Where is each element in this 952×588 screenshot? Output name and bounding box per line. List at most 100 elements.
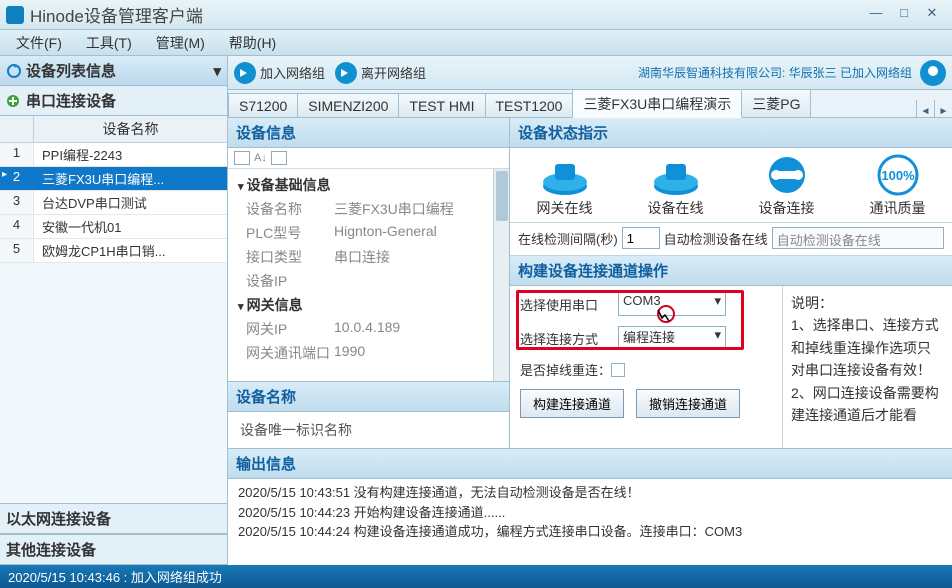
sidebar-header-label: 设备列表信息	[26, 60, 116, 81]
tab-pg[interactable]: 三菱PG	[741, 89, 811, 117]
build-title: 构建设备连接通道操作	[510, 256, 952, 286]
col-device-name: 设备名称	[34, 116, 227, 142]
log-line: 2020/5/15 10:43:51 没有构建连接通道，无法自动检测设备是否在线…	[238, 483, 942, 503]
tab-testhmi[interactable]: TEST HMI	[398, 93, 485, 117]
app-icon	[6, 6, 24, 24]
com-label: 选择使用串口	[520, 295, 618, 314]
device-tabs: S71200 SIMENZI200 TEST HMI TEST1200 三菱FX…	[228, 90, 952, 118]
tab-test1200[interactable]: TEST1200	[485, 93, 574, 117]
app-title: Hinode设备管理客户端	[30, 2, 862, 27]
com-port-select[interactable]: COM3▾	[618, 292, 726, 316]
leave-label: 离开网络组	[361, 63, 426, 82]
statusbar: 2020/5/15 10:43:46 : 加入网络组成功	[0, 565, 952, 588]
group-other-label: 其他连接设备	[6, 539, 96, 560]
info-row: 接口类型串口连接	[228, 245, 509, 269]
menubar: 文件(F) 工具(T) 管理(M) 帮助(H)	[0, 30, 952, 56]
sidebar-group-serial[interactable]: 串口连接设备	[0, 86, 227, 116]
output-panel: 输出信息 2020/5/15 10:43:51 没有构建连接通道，无法自动检测设…	[228, 448, 952, 551]
sidebar-header[interactable]: 设备列表信息 ▾	[0, 56, 227, 86]
log-line: 2020/5/15 10:44:24 构建设备连接通道成功，编程方式连接串口设备…	[238, 522, 942, 542]
device-row[interactable]: 3 台达DVP串口测试	[0, 191, 227, 215]
detect-interval-label: 在线检测间隔(秒)	[518, 229, 618, 248]
device-row[interactable]: 5 欧姆龙CP1H串口销...	[0, 239, 227, 263]
menu-tools[interactable]: 工具(T)	[74, 30, 144, 56]
chevron-down-icon: ▾	[213, 62, 221, 80]
group-eth-label: 以太网连接设备	[6, 508, 111, 529]
info-row: 设备名称三菱FX3U串口编程	[228, 197, 509, 221]
status-gateway-online: 网关在线	[518, 154, 611, 218]
menu-file[interactable]: 文件(F)	[4, 30, 74, 56]
status-device-online: 设备在线	[629, 154, 722, 218]
sort-icon[interactable]: A↓	[254, 152, 267, 164]
device-row[interactable]: 4 安徽一代机01	[0, 215, 227, 239]
device-list: 设备名称 1 PPI编程-2243 2 三菱FX3U串口编程... 3 台达DV…	[0, 116, 227, 263]
mode-label: 选择连接方式	[520, 329, 618, 348]
play-icon	[335, 62, 357, 84]
status-quality: 100% 通讯质量	[851, 154, 944, 218]
tab-scroll: ◄ ►	[916, 100, 952, 117]
tab-simenzi200[interactable]: SIMENZI200	[297, 93, 399, 117]
status-title: 设备状态指示	[510, 118, 952, 148]
device-row[interactable]: 2 三菱FX3U串口编程...	[0, 167, 227, 191]
sidebar-group-ethernet[interactable]: 以太网连接设备	[0, 503, 227, 534]
info-row: 网关通讯端口1990	[228, 341, 509, 365]
refresh-icon	[6, 63, 22, 79]
sidebar-group-other[interactable]: 其他连接设备	[0, 534, 227, 565]
output-title: 输出信息	[228, 449, 952, 479]
device-info-panel: 设备信息 A↓ 设备基础信息 设备名称三菱FX3U串口编程 PLC型号Hignt…	[228, 118, 510, 448]
device-list-header: 设备名称	[0, 116, 227, 143]
section-basic[interactable]: 设备基础信息	[228, 173, 509, 197]
auto-detect-box[interactable]: 自动检测设备在线	[772, 227, 944, 249]
status-panel: 设备状态指示 网关在线 设备在线 设备连接	[510, 118, 952, 448]
leave-network-button[interactable]: 离开网络组	[335, 62, 426, 84]
tab-scroll-left[interactable]: ◄	[916, 100, 934, 117]
info-row: 网关IP10.0.4.189	[228, 317, 509, 341]
modem-icon	[649, 154, 703, 196]
statusbar-text: 2020/5/15 10:43:46 : 加入网络组成功	[8, 567, 222, 586]
maximize-button[interactable]: □	[890, 5, 918, 25]
list-icon[interactable]	[271, 151, 287, 165]
section-gateway[interactable]: 网关信息	[228, 293, 509, 317]
plus-icon	[6, 94, 20, 108]
scrollbar[interactable]	[493, 169, 509, 381]
grid-icon[interactable]	[234, 151, 250, 165]
svg-text:100%: 100%	[881, 168, 915, 183]
reconnect-label: 是否掉线重连：	[520, 360, 611, 379]
titlebar: Hinode设备管理客户端 — □ ✕	[0, 0, 952, 30]
output-log: 2020/5/15 10:43:51 没有构建连接通道，无法自动检测设备是否在线…	[228, 479, 952, 551]
device-name-title: 设备名称	[228, 382, 509, 412]
build-channel-button[interactable]: 构建连接通道	[520, 389, 624, 418]
sidebar: 设备列表信息 ▾ 串口连接设备 设备名称 1 PPI编程-2243 2 三菱FX…	[0, 56, 228, 565]
tab-s71200[interactable]: S71200	[228, 93, 298, 117]
detect-interval-input[interactable]	[622, 227, 660, 249]
play-icon	[234, 62, 256, 84]
minimize-button[interactable]: —	[862, 5, 890, 25]
device-info-title: 设备信息	[228, 118, 509, 148]
device-name-label: 设备唯一标识名称	[228, 412, 509, 448]
log-line: 2020/5/15 10:44:23 开始构建设备连接通道......	[238, 503, 942, 523]
user-avatar-icon[interactable]	[920, 60, 946, 86]
company-status: 湖南华辰智通科技有限公司: 华辰张三 已加入网络组	[638, 64, 912, 81]
auto-detect-label: 自动检测设备在线	[664, 229, 768, 248]
join-network-button[interactable]: 加入网络组	[234, 62, 325, 84]
reconnect-checkbox[interactable]	[611, 363, 625, 377]
link-icon	[760, 154, 814, 196]
info-row: PLC型号Hignton-General	[228, 221, 509, 245]
menu-help[interactable]: 帮助(H)	[217, 30, 288, 56]
device-row[interactable]: 1 PPI编程-2243	[0, 143, 227, 167]
build-description: 说明： 1、选择串口、连接方式和掉线重连操作选项只对串口连接设备有效！ 2、网口…	[782, 286, 952, 448]
quality-badge-icon: 100%	[871, 154, 925, 196]
connect-mode-select[interactable]: 编程连接▾	[618, 326, 726, 350]
tab-scroll-right[interactable]: ►	[934, 100, 952, 117]
info-row: 设备IP	[228, 269, 509, 293]
status-device-connect: 设备连接	[740, 154, 833, 218]
menu-manage[interactable]: 管理(M)	[144, 30, 217, 56]
info-toolbar: A↓	[228, 148, 509, 169]
group-serial-label: 串口连接设备	[26, 90, 116, 111]
join-label: 加入网络组	[260, 63, 325, 82]
close-button[interactable]: ✕	[918, 5, 946, 25]
modem-icon	[538, 154, 592, 196]
tab-fx3u[interactable]: 三菱FX3U串口编程演示	[572, 89, 742, 118]
content-toolbar: 加入网络组 离开网络组 湖南华辰智通科技有限公司: 华辰张三 已加入网络组	[228, 56, 952, 90]
destroy-channel-button[interactable]: 撤销连接通道	[636, 389, 740, 418]
